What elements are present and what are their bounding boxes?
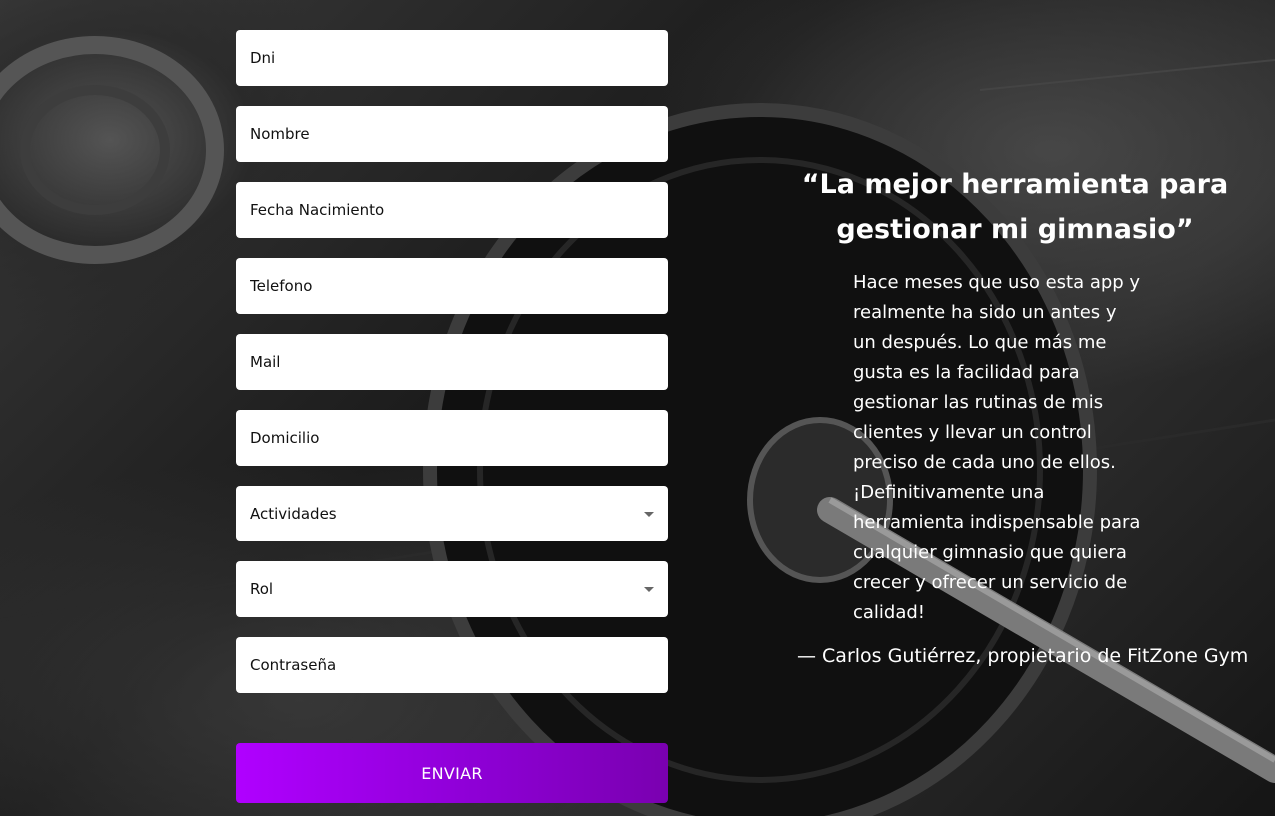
testimonial-author: — Carlos Gutiérrez, propietario de FitZo… <box>797 645 1249 667</box>
telefono-input[interactable] <box>236 258 668 314</box>
actividades-select-value: Actividades <box>250 504 337 523</box>
registration-form: Actividades Rol <box>236 30 668 713</box>
telefono-field-wrapper <box>236 258 668 314</box>
testimonial: “La mejor herramienta para gestionar mi … <box>790 162 1249 670</box>
rol-select-value: Rol <box>250 580 274 598</box>
fecha-nacimiento-field-wrapper <box>236 182 668 238</box>
actividades-select[interactable]: Actividades <box>236 486 668 541</box>
nombre-field-wrapper <box>236 106 668 162</box>
mail-field-wrapper <box>236 334 668 390</box>
fecha-nacimiento-input[interactable] <box>236 182 668 238</box>
nombre-input[interactable] <box>236 106 668 162</box>
contrasena-input[interactable] <box>236 637 668 693</box>
testimonial-title: “La mejor herramienta para gestionar mi … <box>801 169 1229 245</box>
enviar-button[interactable]: ENVIAR <box>236 743 668 803</box>
dni-input[interactable] <box>236 30 668 86</box>
mail-input[interactable] <box>236 334 668 390</box>
domicilio-input[interactable] <box>236 410 668 466</box>
testimonial-body: Hace meses que uso esta app y realmente … <box>853 272 1141 623</box>
registration-page: Actividades Rol ENVIAR “La mejor herrami… <box>0 0 1275 816</box>
chevron-down-icon <box>644 511 654 517</box>
domicilio-field-wrapper <box>236 410 668 466</box>
chevron-down-icon <box>644 587 654 592</box>
dni-field-wrapper <box>236 30 668 86</box>
contrasena-field-wrapper <box>236 637 668 693</box>
rol-select[interactable]: Rol <box>236 561 668 617</box>
